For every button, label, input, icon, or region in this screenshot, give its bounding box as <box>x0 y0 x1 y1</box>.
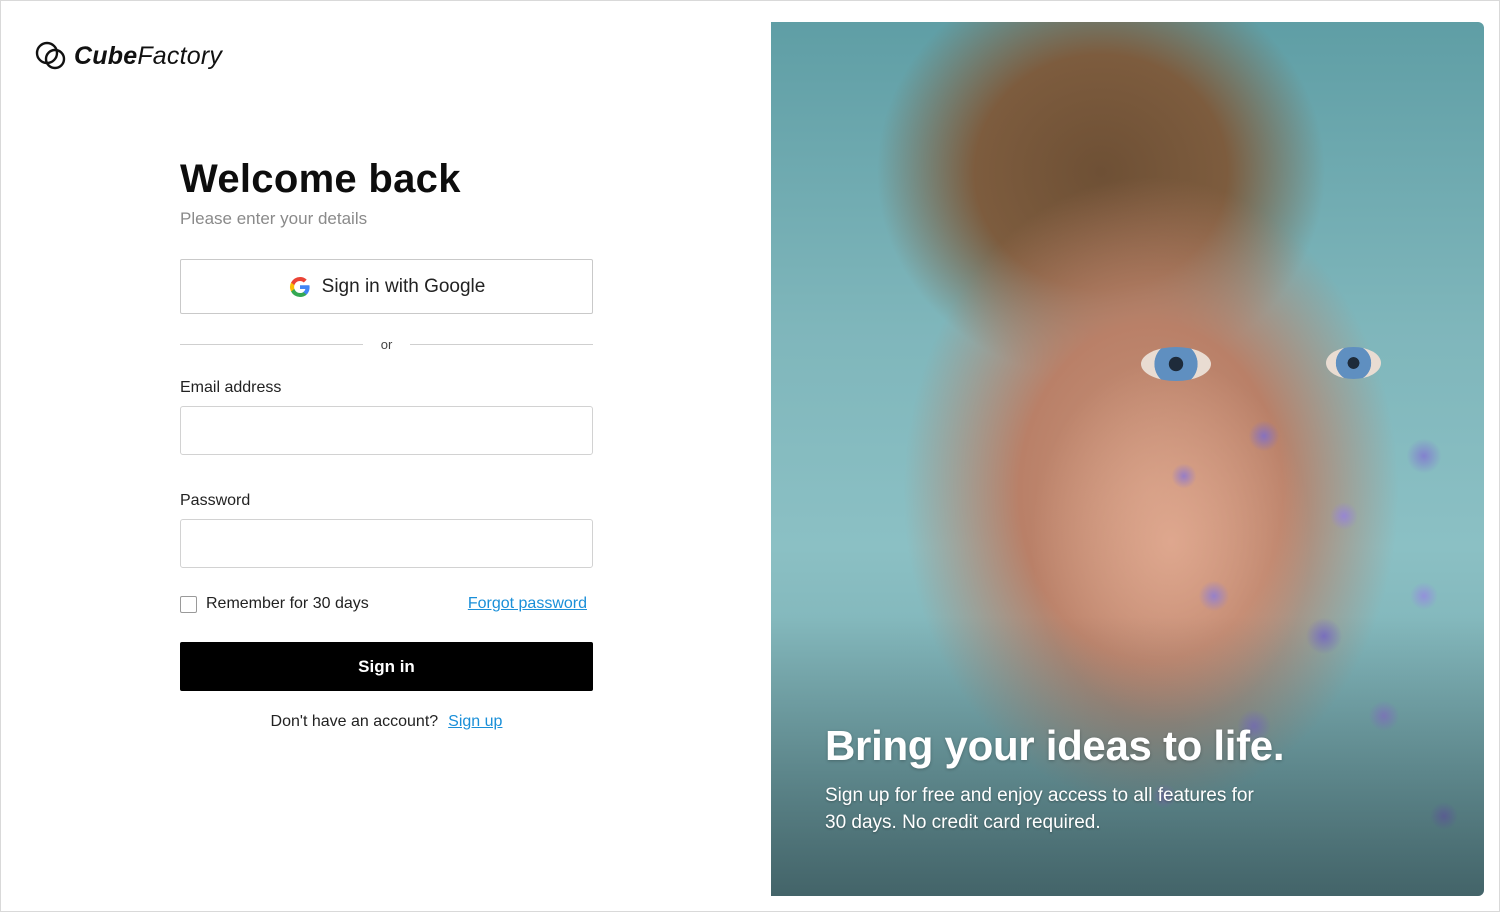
email-input[interactable] <box>180 406 593 455</box>
or-divider: or <box>180 337 593 352</box>
divider-text: or <box>380 337 393 352</box>
hero-subtext: Sign up for free and enjoy access to all… <box>825 785 1254 833</box>
hero-headline: Bring your ideas to life. <box>825 722 1285 769</box>
brand-name: CubeFactory <box>74 39 222 73</box>
page-title: Welcome back <box>180 157 461 201</box>
hero-photo-eye <box>1326 347 1381 379</box>
password-input[interactable] <box>180 519 593 568</box>
login-form: Welcome back Please enter your details S… <box>180 153 593 731</box>
brand-name-light: Factory <box>137 42 223 70</box>
forgot-password-link[interactable]: Forgot password <box>468 595 587 613</box>
brand-logo[interactable]: CubeFactory <box>34 39 222 73</box>
cubefactory-logo-icon <box>35 41 66 70</box>
password-label: Password <box>180 492 251 509</box>
google-signin-label: Sign in with Google <box>321 275 486 297</box>
divider-line-right <box>410 344 593 345</box>
remember-option[interactable]: Remember for 30 days <box>180 595 369 613</box>
login-page: CubeFactory Welcome back Please enter yo… <box>0 0 1500 912</box>
email-label: Email address <box>180 379 282 396</box>
signup-row: Don't have an account? Sign up <box>180 713 593 731</box>
brand-name-bold: Cube <box>74 42 138 70</box>
sign-in-button[interactable]: Sign in <box>180 642 593 691</box>
google-signin-button[interactable]: Sign in with Google <box>180 259 593 314</box>
sign-up-link[interactable]: Sign up <box>448 713 502 731</box>
divider-line-left <box>180 344 363 345</box>
remember-row: Remember for 30 days Forgot password <box>180 595 593 613</box>
hero-image-panel: Bring your ideas to life. Sign up for fr… <box>771 22 1484 896</box>
google-icon <box>289 276 310 297</box>
hero-photo-eye <box>1141 347 1211 381</box>
remember-label: Remember for 30 days <box>206 595 369 612</box>
signup-prompt: Don't have an account? <box>270 713 439 730</box>
remember-checkbox[interactable] <box>180 595 197 613</box>
page-subtitle: Please enter your details <box>180 209 368 228</box>
